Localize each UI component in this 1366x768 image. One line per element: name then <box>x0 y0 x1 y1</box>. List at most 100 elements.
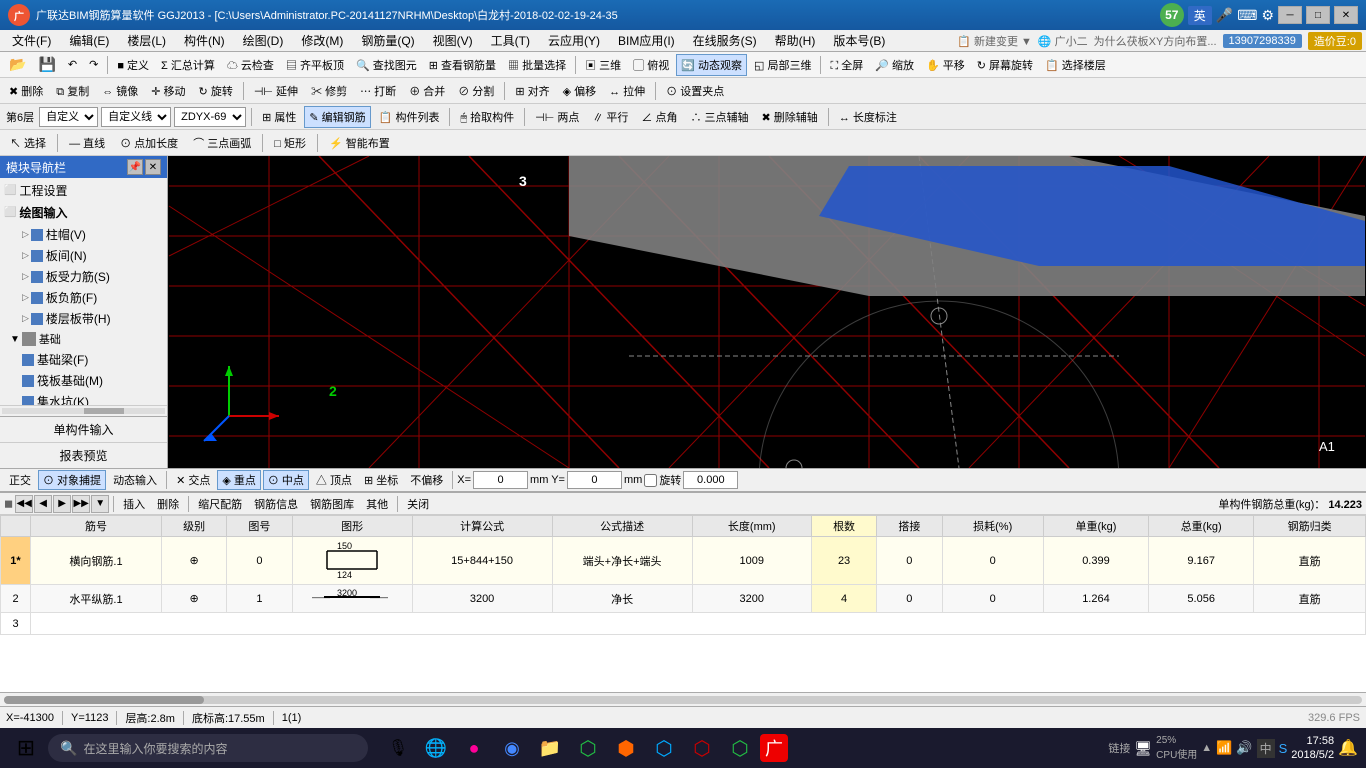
tb3-rect[interactable]: □ 矩形 <box>268 132 312 154</box>
taskbar-icon-cortana[interactable]: 🎙 <box>380 730 416 766</box>
keyboard-icon[interactable]: ⌨ <box>1237 7 1257 24</box>
sidebar-item-board-neg[interactable]: ▷ 板负筋(F) <box>8 287 167 308</box>
tb2-length-dim[interactable]: ↔ 长度标注 <box>834 106 902 128</box>
menu-view[interactable]: 视图(V) <box>425 30 481 51</box>
tb2-parallel[interactable]: ∥ 平行 <box>587 106 633 128</box>
tb-pan[interactable]: ✋ 平移 <box>921 54 970 76</box>
tb-zoom[interactable]: 🔎 缩放 <box>870 54 919 76</box>
tray-volume-icon[interactable]: 🔊 <box>1236 740 1252 756</box>
tb-redo[interactable]: ↷ <box>84 55 103 74</box>
rt-delete[interactable]: 删除 <box>152 494 184 514</box>
taskbar-search[interactable]: 🔍 在这里输入你要搜索的内容 <box>48 734 368 762</box>
rotate-checkbox[interactable] <box>644 474 657 487</box>
brand-btn[interactable]: 🌐 广小二 <box>1038 33 1088 49</box>
tb2-extend[interactable]: ⊣⊢ 延伸 <box>249 80 303 102</box>
taskbar-icon-ie[interactable]: 🌐 <box>418 730 454 766</box>
tray-network-icon[interactable]: 🖥 <box>1134 740 1152 757</box>
bt-snap[interactable]: ⊙ 对象捕提 <box>38 470 106 490</box>
sidebar-item-floor-band[interactable]: ▷ 楼层板带(H) <box>8 308 167 329</box>
tb-undo[interactable]: ↶ <box>63 55 82 74</box>
tb2-split[interactable]: ⊘ 分割 <box>453 80 499 102</box>
taskbar-icon-app1[interactable]: ⬡ <box>570 730 606 766</box>
sidebar-group-foundation[interactable]: ▼ 基础 <box>8 329 167 349</box>
tb-dynamic-view[interactable]: 🔄 动态观察 <box>676 54 747 76</box>
tb2-offset[interactable]: ◈ 偏移 <box>558 80 602 102</box>
tb-align-top[interactable]: ▤ 齐平板顶 <box>281 54 349 76</box>
tb2-properties[interactable]: ⊞ 属性 <box>257 106 301 128</box>
menu-version[interactable]: 版本号(B) <box>825 30 893 51</box>
y-input[interactable]: 0 <box>567 471 622 489</box>
h-scrollbar[interactable] <box>0 692 1366 706</box>
tb2-rotate[interactable]: ↻ 旋转 <box>194 80 238 102</box>
table-row[interactable]: 1* 横向钢筋.1 ⊕ 0 150 124 15 <box>1 537 1366 585</box>
tb3-smart-layout[interactable]: ⚡ 智能布置 <box>323 132 396 154</box>
tb2-set-point[interactable]: ⊙ 设置夹点 <box>661 80 729 102</box>
tb2-two-points[interactable]: ⊣⊢ 两点 <box>530 106 584 128</box>
nav-first[interactable]: ◀◀ <box>15 495 33 513</box>
update-btn[interactable]: 📋 新建变更 ▼ <box>957 33 1032 49</box>
tb-total-calc[interactable]: Σ 汇总计算 <box>156 54 220 76</box>
layer-select[interactable]: 自定义 <box>39 107 98 127</box>
tb2-stretch[interactable]: ↔ 拉伸 <box>604 80 650 102</box>
sidebar-item-engineering[interactable]: ⬜ 工程设置 <box>0 180 167 201</box>
sidebar-close-btn[interactable]: ✕ <box>145 159 161 175</box>
menu-rebar-qty[interactable]: 钢筋量(Q) <box>353 30 422 51</box>
voice-icon[interactable]: 🎤 <box>1216 7 1233 24</box>
tb-define[interactable]: ■ 定义 <box>112 54 154 76</box>
sidebar-item-raft[interactable]: 筏板基础(M) <box>18 370 167 391</box>
taskbar-icon-app4[interactable]: ⬡ <box>684 730 720 766</box>
phone-btn[interactable]: 13907298339 <box>1223 34 1302 48</box>
layer-line-select[interactable]: 自定义线 <box>101 107 171 127</box>
sidebar-item-report[interactable]: 报表预览 <box>0 443 167 468</box>
tb3-select[interactable]: ↖ 选择 <box>4 132 52 154</box>
tb2-move[interactable]: ✛ 移动 <box>146 80 190 102</box>
scroll-thumb[interactable] <box>4 696 204 704</box>
menu-file[interactable]: 文件(F) <box>4 30 59 51</box>
tb2-merge[interactable]: ⊕ 合并 <box>404 80 450 102</box>
taskbar-icon-chrome2[interactable]: ◉ <box>494 730 530 766</box>
tb-screen-rotate[interactable]: ↻ 屏幕旋转 <box>972 54 1038 76</box>
menu-floor[interactable]: 楼层(L) <box>119 30 174 51</box>
tb2-mirror[interactable]: ⇔ 镜像 <box>97 80 143 102</box>
tray-input-method[interactable]: 中 <box>1257 739 1275 758</box>
nav-next[interactable]: ▶ <box>53 495 71 513</box>
tray-arrow[interactable]: ▲ <box>1201 742 1212 754</box>
tb3-line[interactable]: — 直线 <box>63 132 111 154</box>
tray-network2-icon[interactable]: 📶 <box>1216 740 1232 756</box>
notification-icon[interactable]: 🔔 <box>1338 738 1358 758</box>
rt-close[interactable]: 关闭 <box>402 494 434 514</box>
code-select[interactable]: ZDYX-69 <box>174 107 246 127</box>
nav-last[interactable]: ▶▶ <box>72 495 90 513</box>
tray-sougou-icon[interactable]: S <box>1279 741 1288 756</box>
menu-component[interactable]: 构件(N) <box>176 30 233 51</box>
tb-select-floor[interactable]: 📋 选择楼层 <box>1040 54 1111 76</box>
tb3-arc[interactable]: ⌒ 三点画弧 <box>187 132 257 154</box>
lang-indicator[interactable]: 英 <box>1188 6 1212 25</box>
tb2-pick-component[interactable]: 🖱 拾取构件 <box>455 106 519 128</box>
sidebar-item-drawing[interactable]: ⬜ 绘图输入 <box>0 202 167 223</box>
nav-down[interactable]: ▼ <box>91 495 109 513</box>
bt-center[interactable]: ⊙ 中点 <box>263 470 309 490</box>
bt-coord[interactable]: ⊞ 坐标 <box>359 470 403 490</box>
tb-view-rebar[interactable]: ⊞ 查看钢筋量 <box>424 54 501 76</box>
nav-prev[interactable]: ◀ <box>34 495 52 513</box>
bt-intersection[interactable]: ✕ 交点 <box>171 470 215 490</box>
rt-rebar-lib[interactable]: 钢筋图库 <box>305 494 359 514</box>
sidebar-item-board-tension[interactable]: ▷ 板受力筋(S) <box>8 266 167 287</box>
rt-other[interactable]: 其他 <box>361 494 393 514</box>
sidebar-item-columncap[interactable]: ▷ 柱帽(V) <box>8 224 167 245</box>
menu-cloud[interactable]: 云应用(Y) <box>540 30 608 51</box>
canvas-area[interactable]: 3 2 A1 <box>168 156 1366 468</box>
system-clock[interactable]: 17:58 2018/5/2 <box>1291 734 1334 763</box>
tb2-point-angle[interactable]: ∠ 点角 <box>636 106 682 128</box>
tb-cloud-check[interactable]: ☁ 云检查 <box>222 54 279 76</box>
bt-dynamic-input[interactable]: 动态输入 <box>108 470 162 490</box>
bt-orthogonal[interactable]: 正交 <box>4 470 36 490</box>
tb2-trim[interactable]: ✂ 修剪 <box>306 80 352 102</box>
menu-help[interactable]: 帮助(H) <box>767 30 824 51</box>
scroll-track[interactable] <box>4 696 1362 704</box>
bt-no-offset[interactable]: 不偏移 <box>405 470 448 490</box>
tb2-copy[interactable]: ⧉ 复制 <box>51 80 94 102</box>
close-button[interactable]: ✕ <box>1334 6 1358 24</box>
taskbar-icon-explorer[interactable]: 📁 <box>532 730 568 766</box>
